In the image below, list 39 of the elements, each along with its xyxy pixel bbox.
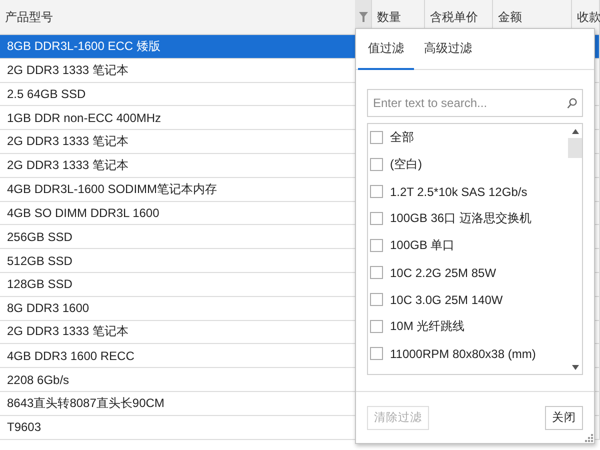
value-label: 11000RPM 80x80x38 (mm) <box>390 346 536 360</box>
checkbox[interactable] <box>370 293 383 306</box>
table-cell: 8GB DDR3L-1600 ECC 矮版 <box>7 38 160 55</box>
table-cell: 2G DDR3 1333 笔记本 <box>7 133 128 150</box>
table-cell: 2G DDR3 1333 笔记本 <box>7 156 128 174</box>
table-cell: 2G DDR3 1333 笔记本 <box>7 62 128 79</box>
checkbox[interactable] <box>370 131 383 144</box>
search-field[interactable]: Enter text to search... <box>367 89 583 117</box>
value-label: 全部 <box>390 129 414 146</box>
table-cell: 128GB SSD <box>7 277 72 292</box>
value-label: 1.2T 2.5*10k SAS 12Gb/s <box>390 184 528 198</box>
popup-button[interactable]: 关闭 <box>545 406 583 430</box>
table-cell: 4GB DDR3 1600 RECC <box>7 348 134 363</box>
search-icon <box>567 98 577 109</box>
checkbox[interactable] <box>370 185 383 198</box>
table-cell: 256GB SSD <box>7 230 72 244</box>
checkbox[interactable] <box>370 347 383 360</box>
scroll-thumb[interactable] <box>568 138 582 158</box>
table-cell: 8G DDR3 1600 <box>7 301 90 316</box>
value-label: (空白) <box>390 156 422 173</box>
table-cell: 4GB SO DIMM DDR3L 1600 <box>7 206 160 220</box>
table-cell: 512GB SSD <box>7 254 72 268</box>
value-list-item[interactable]: (空白) <box>368 151 568 178</box>
table-cell: 2G DDR3 1333 笔记本 <box>7 323 128 340</box>
table-cell: 8643直头转8087直头长90CM <box>7 394 164 412</box>
checkbox[interactable] <box>370 158 383 171</box>
resize-grip-icon[interactable] <box>585 434 593 442</box>
table-cell: 1GB DDR non-ECC 400MHz <box>7 110 162 125</box>
table-cell: 2.5 64GB SSD <box>7 86 86 101</box>
checkbox[interactable] <box>370 239 383 252</box>
checkbox[interactable] <box>370 212 383 225</box>
table-cell: 2208 6Gb/s <box>7 372 70 387</box>
table-cell: T9603 <box>7 420 42 434</box>
table-cell: 4GB DDR3L-1600 SODIMM笔记本内存 <box>7 180 218 198</box>
checkbox[interactable] <box>370 320 383 333</box>
value-label: 100GB 36口 迈洛思交换机 <box>390 210 532 227</box>
filter-tab[interactable]: 值过滤 <box>358 29 414 70</box>
checkbox[interactable] <box>370 266 383 279</box>
value-label: 10M 光纤跳线 <box>390 318 465 335</box>
